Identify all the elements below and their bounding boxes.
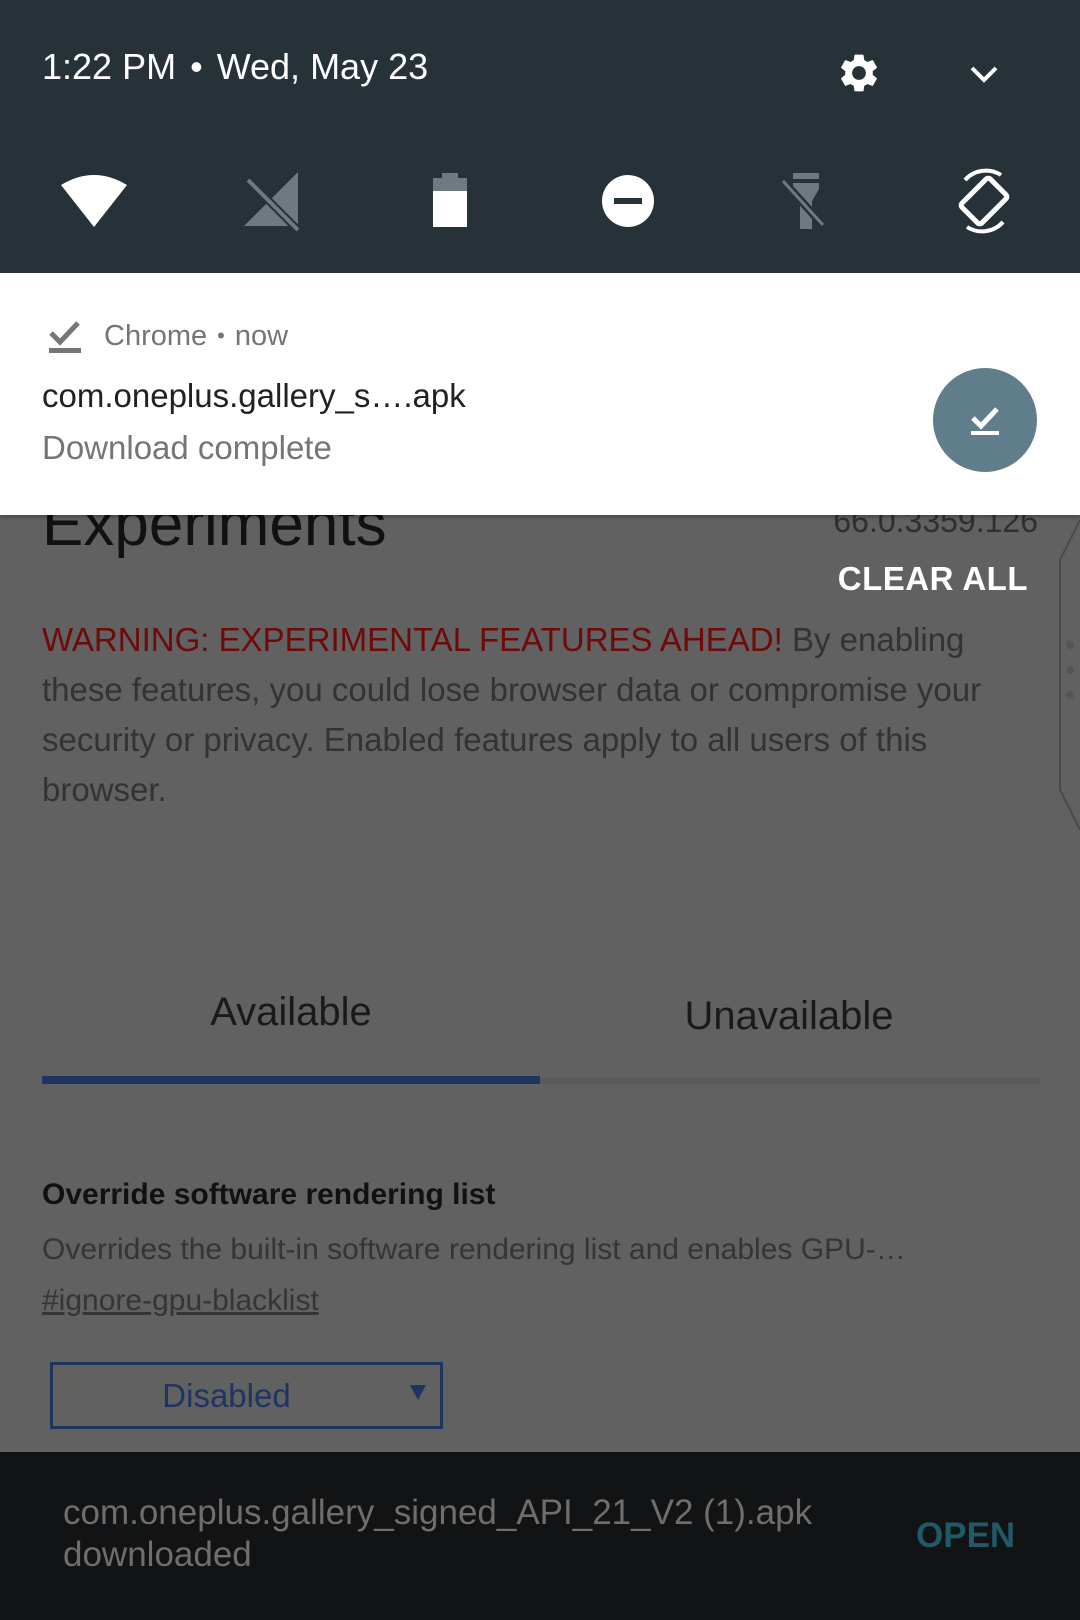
download-snackbar: com.oneplus.gallery_signed_API_21_V2 (1)…	[0, 1452, 1080, 1620]
notification-separator: •	[217, 323, 225, 348]
settings-button[interactable]	[836, 50, 882, 96]
flag-description: Overrides the built-in software renderin…	[42, 1233, 906, 1266]
do-not-disturb-icon	[602, 175, 654, 227]
tab-bar: Available Unavailable	[42, 980, 1040, 1080]
gear-icon	[841, 54, 877, 92]
download-done-icon	[49, 321, 81, 353]
clear-all-button[interactable]: CLEAR ALL	[838, 560, 1028, 598]
quick-tiles-row	[0, 165, 1080, 237]
auto-rotate-icon	[958, 168, 1010, 234]
warning-heading: WARNING: EXPERIMENTAL FEATURES AHEAD!	[42, 621, 783, 658]
clock-time: 1:22 PM	[42, 46, 177, 87]
page-title: Experiments	[42, 515, 387, 559]
date-label: Wed, May 23	[216, 46, 429, 87]
open-button[interactable]: OPEN	[916, 1516, 1015, 1556]
tile-mobile-data[interactable]	[232, 165, 312, 237]
tile-flashlight[interactable]	[766, 165, 846, 237]
battery-icon	[433, 173, 467, 227]
tab-available[interactable]: Available	[42, 990, 540, 1035]
version-container: 66.0.3359.126	[780, 515, 1040, 545]
notification-text: Download complete	[42, 429, 332, 466]
flag-select[interactable]: Disabled	[50, 1362, 443, 1429]
notification-title: com.oneplus.gallery_s….apk	[42, 377, 466, 414]
flag-link[interactable]: #ignore-gpu-blacklist	[42, 1284, 319, 1318]
snackbar-message: com.oneplus.gallery_signed_API_21_V2 (1)…	[63, 1493, 813, 1574]
wifi-icon	[61, 175, 127, 227]
quick-settings-panel: 1:22 PM • Wed, May 23	[0, 0, 1080, 273]
tab-indicator	[42, 1076, 540, 1084]
separator-dot: •	[190, 46, 203, 87]
flashlight-off-icon	[781, 173, 826, 229]
shelf-handle-icon	[1059, 519, 1080, 831]
warning-message: WARNING: EXPERIMENTAL FEATURES AHEAD! By…	[42, 615, 1042, 815]
notification-app: Chrome	[104, 319, 208, 352]
signal-off-icon	[244, 172, 301, 232]
date-time: 1:22 PM • Wed, May 23	[42, 46, 428, 88]
dropdown-arrow-icon	[410, 1385, 426, 1400]
notification-large-icon[interactable]	[933, 368, 1037, 472]
tile-battery[interactable]	[410, 165, 490, 237]
flag-title: Override software rendering list	[42, 1178, 496, 1211]
tile-do-not-disturb[interactable]	[588, 165, 668, 237]
version-label: 66.0.3359.126	[833, 515, 1038, 539]
tile-auto-rotate[interactable]	[944, 165, 1024, 237]
shelf-handle[interactable]	[1058, 519, 1080, 831]
download-notification[interactable]: Chrome • now com.oneplus.gallery_s….apk …	[0, 273, 1080, 515]
expand-button[interactable]	[966, 58, 1002, 88]
download-done-icon	[971, 407, 999, 435]
tab-unavailable[interactable]: Unavailable	[540, 994, 1038, 1039]
notification-header: Chrome • now	[48, 317, 288, 355]
chevron-down-icon	[970, 66, 998, 83]
flag-select-value: Disabled	[162, 1376, 291, 1414]
notification-time: now	[234, 319, 289, 352]
tile-wifi[interactable]	[54, 165, 134, 237]
